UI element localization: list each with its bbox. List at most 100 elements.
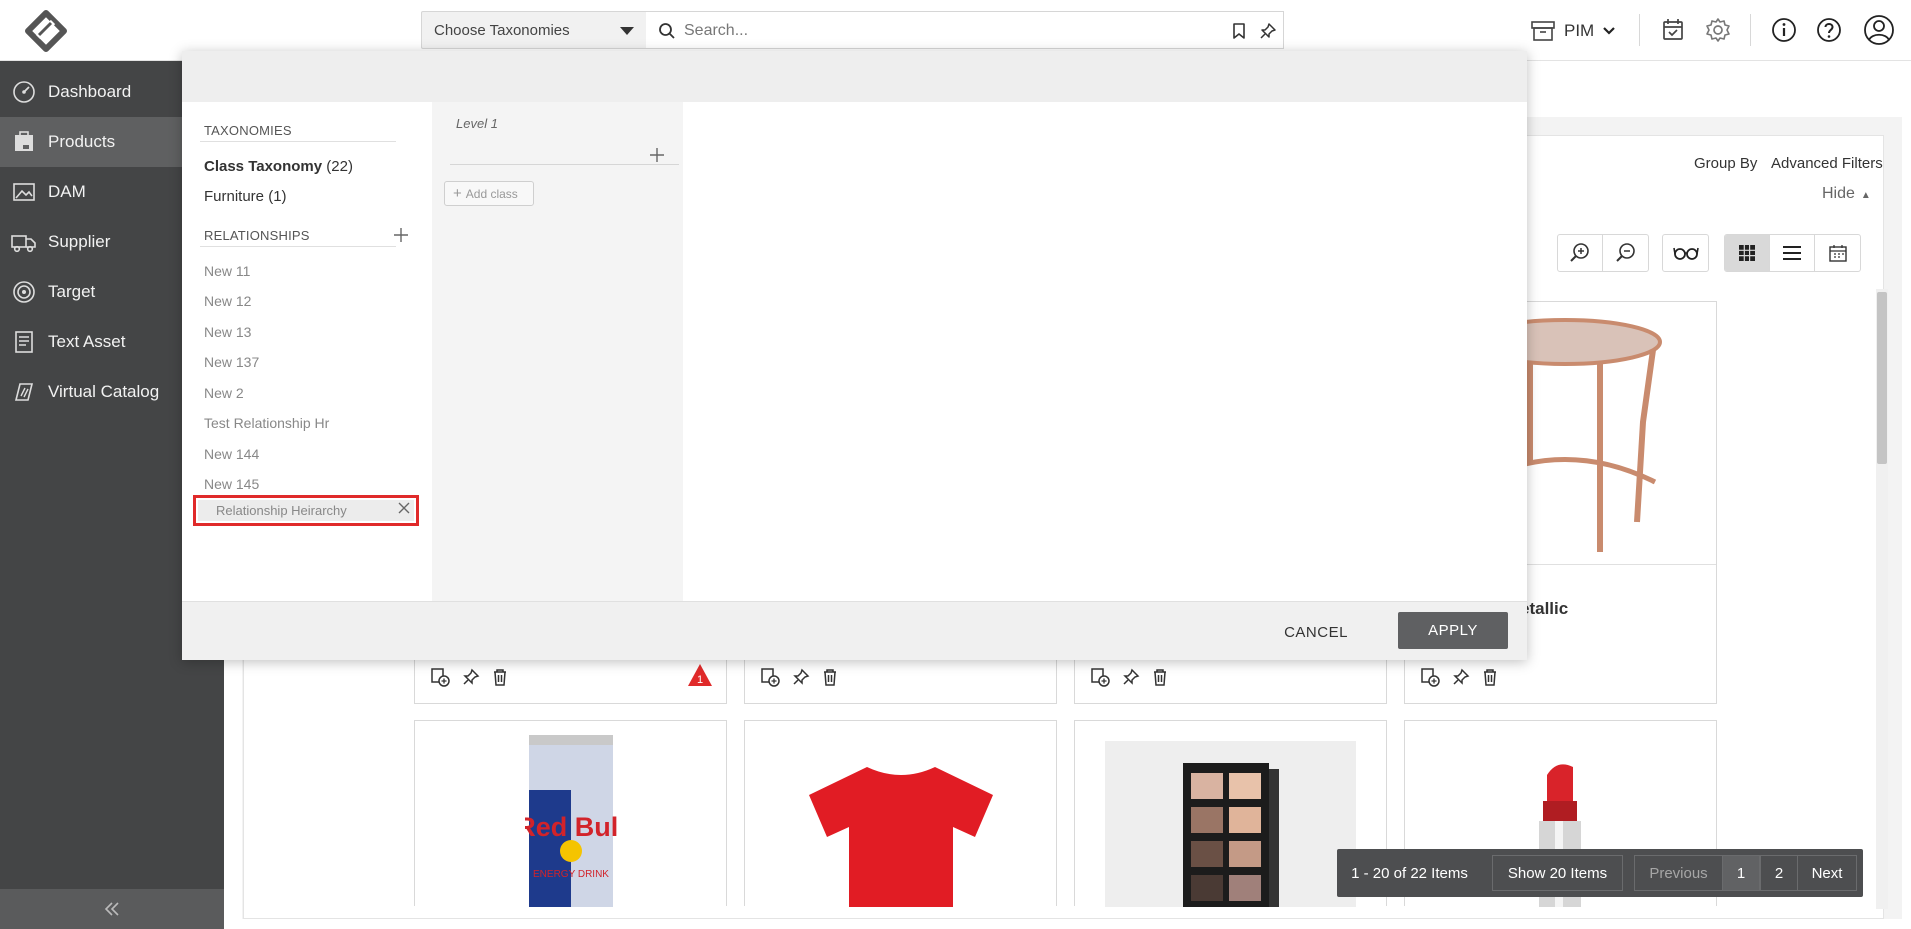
modal-footer: CANCEL APPLY [182,601,1527,660]
taxonomy-count: (22) [326,158,353,175]
level-pane [432,102,683,601]
user-avatar-icon[interactable] [1863,14,1895,46]
svg-text:Red Bull: Red Bull [525,812,617,842]
caret-down-icon [620,27,634,35]
relationship-item[interactable]: New 137 [204,354,259,370]
svg-text:ENERGY DRINK: ENERGY DRINK [533,869,609,880]
zoom-out-icon [1615,243,1635,262]
relationship-item[interactable]: New 11 [204,263,250,279]
sidebar-item-label: Products [48,132,116,151]
page-2-button[interactable]: 2 [1760,855,1798,891]
catalog-icon [11,379,37,405]
sidebar-item-label: Text Asset [48,332,126,351]
archive-icon [1531,21,1555,41]
taxonomy-item-class-taxonomy[interactable]: Class Taxonomy (22) [204,158,353,175]
add-to-collection-icon[interactable] [430,667,450,687]
relationships-heading: RELATIONSHIPS [204,228,310,243]
taxonomy-name: Furniture [204,188,265,205]
divider [200,141,396,142]
sidebar-item-label: Target [48,282,96,301]
eyeshadow-palette-image [1183,763,1279,907]
divider [200,246,396,247]
view-mode-buttons [1724,234,1861,272]
add-to-collection-icon[interactable] [1090,667,1110,687]
grid-view-button[interactable] [1725,235,1770,271]
list-view-button[interactable] [1770,235,1815,271]
group-by-link[interactable]: Group By [1694,155,1757,172]
add-to-collection-icon[interactable] [760,667,780,687]
search-input[interactable] [684,18,1204,44]
scrollbar-thumb[interactable] [1877,292,1887,464]
module-switcher[interactable]: PIM [1530,16,1624,46]
preview-button[interactable] [1663,235,1708,271]
caret-up-icon: ▲ [1860,190,1871,201]
page-1-button[interactable]: 1 [1722,855,1760,891]
product-title[interactable]: etallic [1520,599,1568,619]
trash-icon[interactable] [822,668,838,686]
pin-icon[interactable] [1259,22,1277,40]
pin-icon[interactable] [792,668,810,686]
add-class-label: Add class [465,186,518,201]
close-icon[interactable] [398,502,410,514]
taxonomy-select-label: Choose Taxonomies [434,22,570,39]
taxonomy-item-furniture[interactable]: Furniture (1) [204,188,287,205]
taxonomy-select[interactable]: Choose Taxonomies [421,11,647,49]
energy-drink-can-image: Red Bull ENERGY DRINK [525,735,617,907]
help-icon[interactable] [1815,16,1843,44]
add-to-collection-icon[interactable] [1420,667,1440,687]
pin-icon[interactable] [462,668,480,686]
add-class-button[interactable]: + Add class [444,181,534,206]
sidebar-collapse-button[interactable] [0,889,224,929]
calendar-check-icon[interactable] [1659,16,1687,44]
add-level-icon[interactable] [649,147,665,163]
relationship-item[interactable]: New 13 [204,324,251,340]
hide-filters-toggle[interactable]: Hide ▲ [1822,185,1871,203]
taxonomy-count: (1) [268,188,287,205]
cancel-button[interactable]: CANCEL [1276,616,1356,648]
modal-header [182,51,1527,102]
gear-icon[interactable] [1704,16,1732,44]
plus-icon: + [453,185,462,202]
relationship-item[interactable]: New 145 [204,476,259,492]
sidebar-item-label: Supplier [48,232,111,251]
module-label: PIM [1564,21,1595,40]
relationship-item[interactable]: New 12 [204,293,251,309]
advanced-filters-link[interactable]: Advanced Filters [1771,155,1883,172]
product-card[interactable]: Red Bull ENERGY DRINK [414,720,727,907]
level-label: Level 1 [456,116,498,131]
apply-button[interactable]: APPLY [1398,612,1508,649]
add-relationship-icon[interactable] [393,227,409,243]
app-logo[interactable] [22,10,70,52]
pin-icon[interactable] [1122,668,1140,686]
page-size-selector[interactable]: Show 20 Items [1492,855,1623,891]
glasses-icon [1672,247,1699,260]
next-page-button[interactable]: Next [1797,855,1857,891]
sidebar-item-label: DAM [48,182,86,201]
bookmark-icon[interactable] [1230,22,1248,40]
taxonomy-list-pane [182,102,432,601]
trash-icon[interactable] [1482,668,1498,686]
zoom-out-button[interactable] [1603,235,1648,271]
relationship-item[interactable]: New 2 [204,385,244,401]
relationship-item[interactable]: Test Relationship Hr [204,415,329,431]
calendar-view-button[interactable] [1815,235,1860,271]
warning-icon[interactable]: 1 [687,663,713,687]
trash-icon[interactable] [1152,668,1168,686]
info-icon[interactable] [1770,16,1798,44]
calendar-icon [1828,245,1847,262]
previous-page-button[interactable]: Previous [1634,855,1723,891]
divider [1750,14,1751,46]
box-icon [11,129,37,155]
preview-buttons [1662,234,1709,272]
chevron-down-icon [1603,27,1616,35]
zoom-buttons [1557,234,1649,272]
zoom-in-button[interactable] [1558,235,1603,271]
product-card[interactable] [744,720,1057,907]
taxonomy-name: Class Taxonomy [204,158,323,175]
target-icon [11,279,37,305]
trash-icon[interactable] [492,668,508,686]
selected-relationship-label: Relationship Heirarchy [198,500,414,521]
relationship-item[interactable]: New 144 [204,446,259,462]
pin-icon[interactable] [1452,668,1470,686]
selected-relationship-item[interactable]: Relationship Heirarchy [193,495,419,526]
